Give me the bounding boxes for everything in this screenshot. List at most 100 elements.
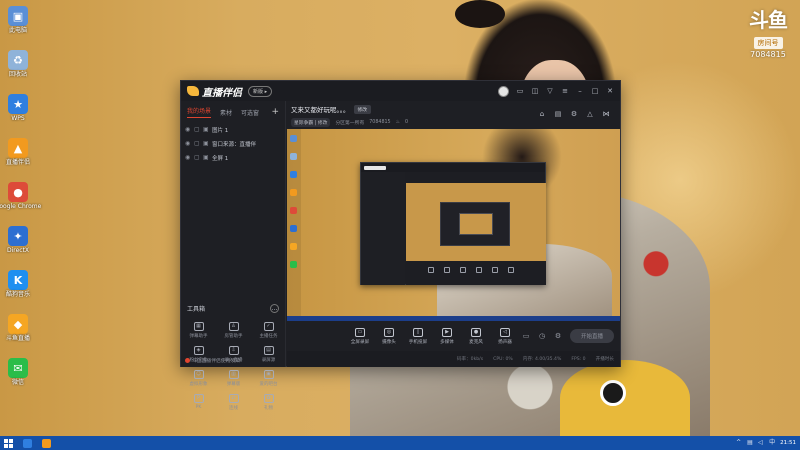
chrome-icon: ● <box>8 182 28 202</box>
network-icon[interactable]: ▤ <box>747 440 753 446</box>
tab-material[interactable]: 素材 <box>220 108 232 117</box>
douyu-watermark: 斗鱼 房间号 7084815 <box>740 10 796 59</box>
share-icon[interactable]: ⌂ <box>538 110 546 118</box>
user-avatar[interactable] <box>498 85 509 97</box>
preview-icon <box>290 153 297 160</box>
settings-icon[interactable]: ⚙ <box>570 110 578 118</box>
bell-icon[interactable]: △ <box>586 110 594 118</box>
control-right: ▭ ◷ ⚙ 开始直播 <box>522 329 614 343</box>
control-label: 麦克风 <box>469 339 483 345</box>
modify-title-button[interactable]: 修改 <box>353 104 372 114</box>
mic-button[interactable]: ● 麦克风 <box>463 327 489 345</box>
add-source-button[interactable]: + <box>271 107 279 117</box>
camera-button[interactable]: ◎ 摄像头 <box>376 327 402 345</box>
lock-room-icon[interactable]: ▤ <box>554 110 562 118</box>
desktop-icon[interactable]: ♻ 回收站 <box>3 50 33 90</box>
desktop-icon[interactable]: K 酷狗音乐 <box>3 270 33 310</box>
desktop-icon-label: 微信 <box>11 379 24 386</box>
toolbox-item[interactable]: P PK <box>181 391 216 413</box>
source-item[interactable]: ◉ ▢ ▣ 图片 1 <box>185 123 281 137</box>
tool-label: 弹幕助手 <box>189 333 208 339</box>
tab-window[interactable]: 可选窗 <box>241 108 259 117</box>
nested-preview <box>406 183 546 261</box>
preview-desktop-icons <box>287 129 301 321</box>
timer-icon[interactable]: ◷ <box>538 332 546 340</box>
windows-start-icon[interactable] <box>4 438 13 448</box>
source-item[interactable]: ◉ ▢ ▣ 全屏 1 <box>185 151 281 165</box>
category-badge[interactable]: 星际争霸 | 修改 <box>291 118 331 127</box>
nested-inner-window <box>440 202 510 246</box>
screen-capture-icon: ▭ <box>355 327 365 337</box>
eye-icon[interactable]: ◉ <box>185 155 191 161</box>
message-icon[interactable]: ▭ <box>516 87 524 95</box>
source-label: 窗口来源：直播伴 <box>212 142 257 148</box>
toolbox-item[interactable]: ⇄ 连线 <box>216 391 251 413</box>
nested-control-icon <box>444 267 450 273</box>
toolbox-item[interactable]: ▦ 弹幕助手 <box>181 319 216 341</box>
toolbox-item[interactable]: ▥ 弹幕版 <box>216 367 251 389</box>
skin-icon[interactable]: ▽ <box>546 87 554 95</box>
status-memory: 内存: 4.00/35.4% <box>522 357 562 362</box>
toolbox-item[interactable]: ▣ 爱的吧台 <box>251 367 286 389</box>
screen-capture-button[interactable]: ▭ 全屏录屏 <box>347 327 373 345</box>
desktop-icon[interactable]: ✦ DirectX <box>3 226 33 266</box>
source-item[interactable]: ◉ ▢ ▣ 窗口来源：直播伴 <box>185 137 281 151</box>
eye-icon[interactable]: ◉ <box>185 127 191 133</box>
notice-icon <box>185 358 190 363</box>
phone-cast-button[interactable]: ▯ 手机投屏 <box>405 327 431 345</box>
tool-icon: ✓ <box>263 321 274 331</box>
desktop-icon-label: 此电脑 <box>8 27 27 34</box>
toolbox-item[interactable]: ✓ 主播任务 <box>251 319 286 341</box>
tool-icon: ♙ <box>228 321 239 331</box>
minimize-icon[interactable]: – <box>576 87 584 95</box>
preview-icon <box>290 189 297 196</box>
preview-icon <box>290 225 297 232</box>
room-header: 又来又都好玩呢。。。 修改 星际争霸 | 修改 分区第一所有 7084815 ♨… <box>287 101 620 129</box>
toolbox-more-button[interactable]: … <box>270 304 279 313</box>
taskbar-app-icon[interactable] <box>23 438 32 448</box>
version-badge[interactable]: 新版 ▸ <box>248 85 273 97</box>
desktop-icon-label: Google Chrome <box>0 203 42 210</box>
desktop-icon[interactable]: ●Google Chrome <box>0 182 41 222</box>
volume-icon[interactable]: ◁ <box>758 440 764 446</box>
desktop-icon[interactable]: ✉ 微信 <box>3 358 33 398</box>
lock-icon[interactable]: ▢ <box>194 141 200 147</box>
tool-label: 爱的吧台 <box>259 381 278 387</box>
desktop-icon-label: 斗鱼直播 <box>5 335 30 342</box>
close-icon[interactable]: ✕ <box>606 87 614 95</box>
start-live-button[interactable]: 开始直播 <box>570 329 614 343</box>
stream-preview[interactable] <box>287 129 620 321</box>
tab-scene[interactable]: 我的场景 <box>187 106 212 118</box>
share-link-icon[interactable]: ⋈ <box>602 110 610 118</box>
record-icon[interactable]: ▭ <box>522 332 530 340</box>
eye-icon[interactable]: ◉ <box>185 141 191 147</box>
tray-up-icon[interactable]: ^ <box>736 440 742 446</box>
desktop-icon[interactable]: ▲ 直播伴侣 <box>3 138 33 178</box>
media-button[interactable]: ▶ 多媒体 <box>434 327 460 345</box>
room-number: 7084815 <box>369 120 391 125</box>
usage-notice[interactable]: 斗鱼直播伴侣使用须知 <box>185 357 240 364</box>
maximize-icon[interactable]: □ <box>591 87 599 95</box>
lock-icon[interactable]: ▢ <box>194 127 200 133</box>
toolbox-item[interactable]: ☺ 虚拟形象 <box>181 367 216 389</box>
speaker-button[interactable]: ◁ 扬声器 <box>492 327 518 345</box>
gift-icon[interactable]: ◫ <box>531 87 539 95</box>
live-settings-icon[interactable]: ⚙ <box>554 332 562 340</box>
toolbox-item[interactable]: ♙ 房管助手 <box>216 319 251 341</box>
status-fps: FPS: 0 <box>571 356 586 362</box>
nested-left-panel <box>361 172 405 285</box>
source-tabs: 我的场景 素材 可选窗 + <box>181 101 285 118</box>
taskbar-douyu-icon[interactable] <box>42 438 51 448</box>
toolbox-item[interactable]: ▤ 录屏源 <box>251 343 286 365</box>
clock[interactable]: 21:51 <box>780 440 796 446</box>
ime-icon[interactable]: 中 <box>769 440 775 446</box>
desktop-icon[interactable]: ◆ 斗鱼直播 <box>3 314 33 354</box>
control-label: 扬声器 <box>498 339 512 345</box>
desktop-icon[interactable]: ★ WPS <box>3 94 33 134</box>
menu-icon[interactable]: ≡ <box>561 87 569 95</box>
tool-label: 连线 <box>229 405 238 411</box>
lock-icon[interactable]: ▢ <box>194 155 200 161</box>
toolbox-item[interactable]: ✿ 礼物 <box>251 391 286 413</box>
title-bar[interactable]: 直播伴侣 新版 ▸ ▭ ◫ ▽ ≡ – □ ✕ <box>181 81 620 101</box>
desktop-icon[interactable]: ▣ 此电脑 <box>3 6 33 46</box>
